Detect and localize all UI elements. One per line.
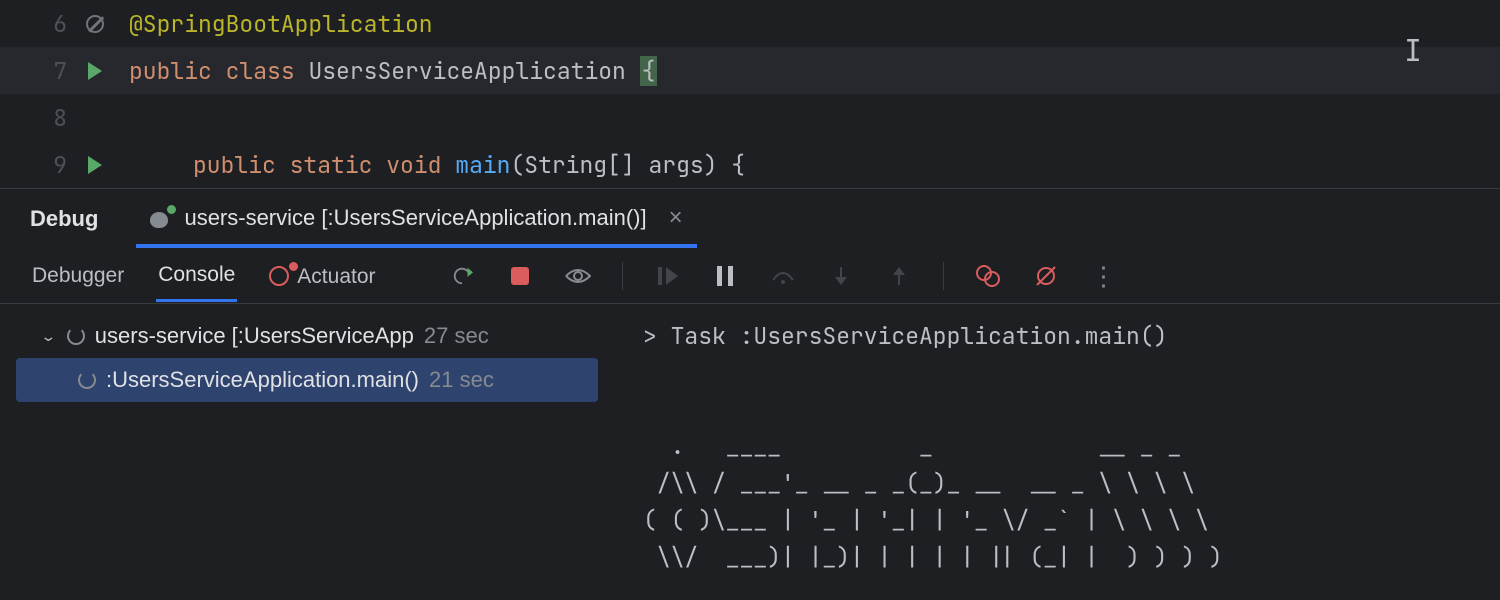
console-output[interactable]: > Task :UsersServiceApplication.main() .… <box>615 304 1500 600</box>
tree-child-selected[interactable]: :UsersServiceApplication.main() 21 sec <box>16 358 598 402</box>
rerun-icon <box>451 265 473 287</box>
console-banner-line: . ____ _ __ _ _ <box>643 431 1181 461</box>
step-into-button[interactable] <box>827 262 855 290</box>
debug-session-label: users-service [:UsersServiceApplication.… <box>184 205 646 231</box>
actuator-icon <box>269 266 289 286</box>
annotation: @SpringBootApplication <box>129 9 433 39</box>
code-line[interactable]: 6 @SpringBootApplication <box>0 0 1500 47</box>
spinner-icon <box>67 327 85 345</box>
toolwindow-title[interactable]: Debug <box>30 206 98 232</box>
tree-root-time: 27 sec <box>424 323 489 349</box>
console-banner-line: ( ( )\___ | '_ | '_| | '_ \/ _` | \ \ \ … <box>643 505 1209 535</box>
more-icon: ⋮ <box>1091 261 1117 292</box>
collapse-icon[interactable]: ⌄ <box>40 327 57 345</box>
close-tab-button[interactable]: × <box>659 204 683 232</box>
tree-root-label: users-service [:UsersServiceApp <box>95 323 414 349</box>
resume-button[interactable] <box>653 262 681 290</box>
console-banner-line: \\/ ___)| |_)| | | | | || (_| | ) ) ) ) <box>643 542 1223 572</box>
watch-button[interactable] <box>564 262 592 290</box>
line-number[interactable]: 8 <box>0 103 75 133</box>
debug-content: ⌄ users-service [:UsersServiceApp 27 sec… <box>0 304 1500 600</box>
run-gutter-icon[interactable] <box>75 62 115 80</box>
view-breakpoints-button[interactable] <box>974 262 1002 290</box>
code-line[interactable]: 8 <box>0 94 1500 141</box>
pause-button[interactable] <box>711 262 739 290</box>
actuator-tab[interactable]: Actuator <box>267 251 377 301</box>
tree-child-time: 21 sec <box>429 367 494 393</box>
step-out-button[interactable] <box>885 262 913 290</box>
bug-icon <box>146 208 172 228</box>
console-banner-line: /\\ / ___'_ __ _ _(_)_ __ __ _ \ \ \ \ <box>643 468 1195 498</box>
suppress-icon[interactable] <box>75 15 115 33</box>
more-button[interactable]: ⋮ <box>1090 262 1118 290</box>
code-line-current[interactable]: 7 public class UsersServiceApplication { <box>0 47 1500 94</box>
run-gutter-icon[interactable] <box>75 156 115 174</box>
code-text: public static void main(String[] args) { <box>115 150 745 180</box>
mute-breakpoints-button[interactable] <box>1032 262 1060 290</box>
step-out-icon <box>889 265 909 287</box>
line-number[interactable]: 6 <box>0 9 75 39</box>
matched-brace: { <box>640 56 658 86</box>
eye-icon <box>565 266 591 286</box>
code-editor[interactable]: 6 @SpringBootApplication 7 public class … <box>0 0 1500 188</box>
line-number[interactable]: 9 <box>0 150 75 180</box>
debug-toolbar: Debugger Console Actuator ⋮ <box>0 248 1500 304</box>
code-text: public class UsersServiceApplication { <box>115 56 657 86</box>
debug-toolwindow-header: Debug users-service [:UsersServiceApplic… <box>0 188 1500 248</box>
tree-child-label: :UsersServiceApplication.main() <box>106 367 419 393</box>
tree-root[interactable]: ⌄ users-service [:UsersServiceApp 27 sec <box>0 314 614 358</box>
step-into-icon <box>831 265 851 287</box>
spinner-icon <box>78 371 96 389</box>
resume-icon <box>656 265 678 287</box>
stop-icon <box>511 267 529 285</box>
code-text: @SpringBootApplication <box>115 9 433 39</box>
step-over-button[interactable] <box>769 262 797 290</box>
line-number[interactable]: 7 <box>0 56 75 86</box>
debug-session-tab[interactable]: users-service [:UsersServiceApplication.… <box>136 190 696 248</box>
process-tree[interactable]: ⌄ users-service [:UsersServiceApp 27 sec… <box>0 304 615 600</box>
code-line[interactable]: 9 public static void main(String[] args)… <box>0 141 1500 188</box>
rerun-button[interactable] <box>448 262 476 290</box>
breakpoints-icon <box>976 265 1000 287</box>
step-over-icon <box>771 266 795 286</box>
console-tab[interactable]: Console <box>156 251 237 302</box>
stop-button[interactable] <box>506 262 534 290</box>
mute-icon <box>1034 264 1058 288</box>
console-task-line: > Task :UsersServiceApplication.main() <box>643 321 1167 351</box>
pause-icon <box>716 265 734 287</box>
debugger-tab[interactable]: Debugger <box>30 252 126 300</box>
